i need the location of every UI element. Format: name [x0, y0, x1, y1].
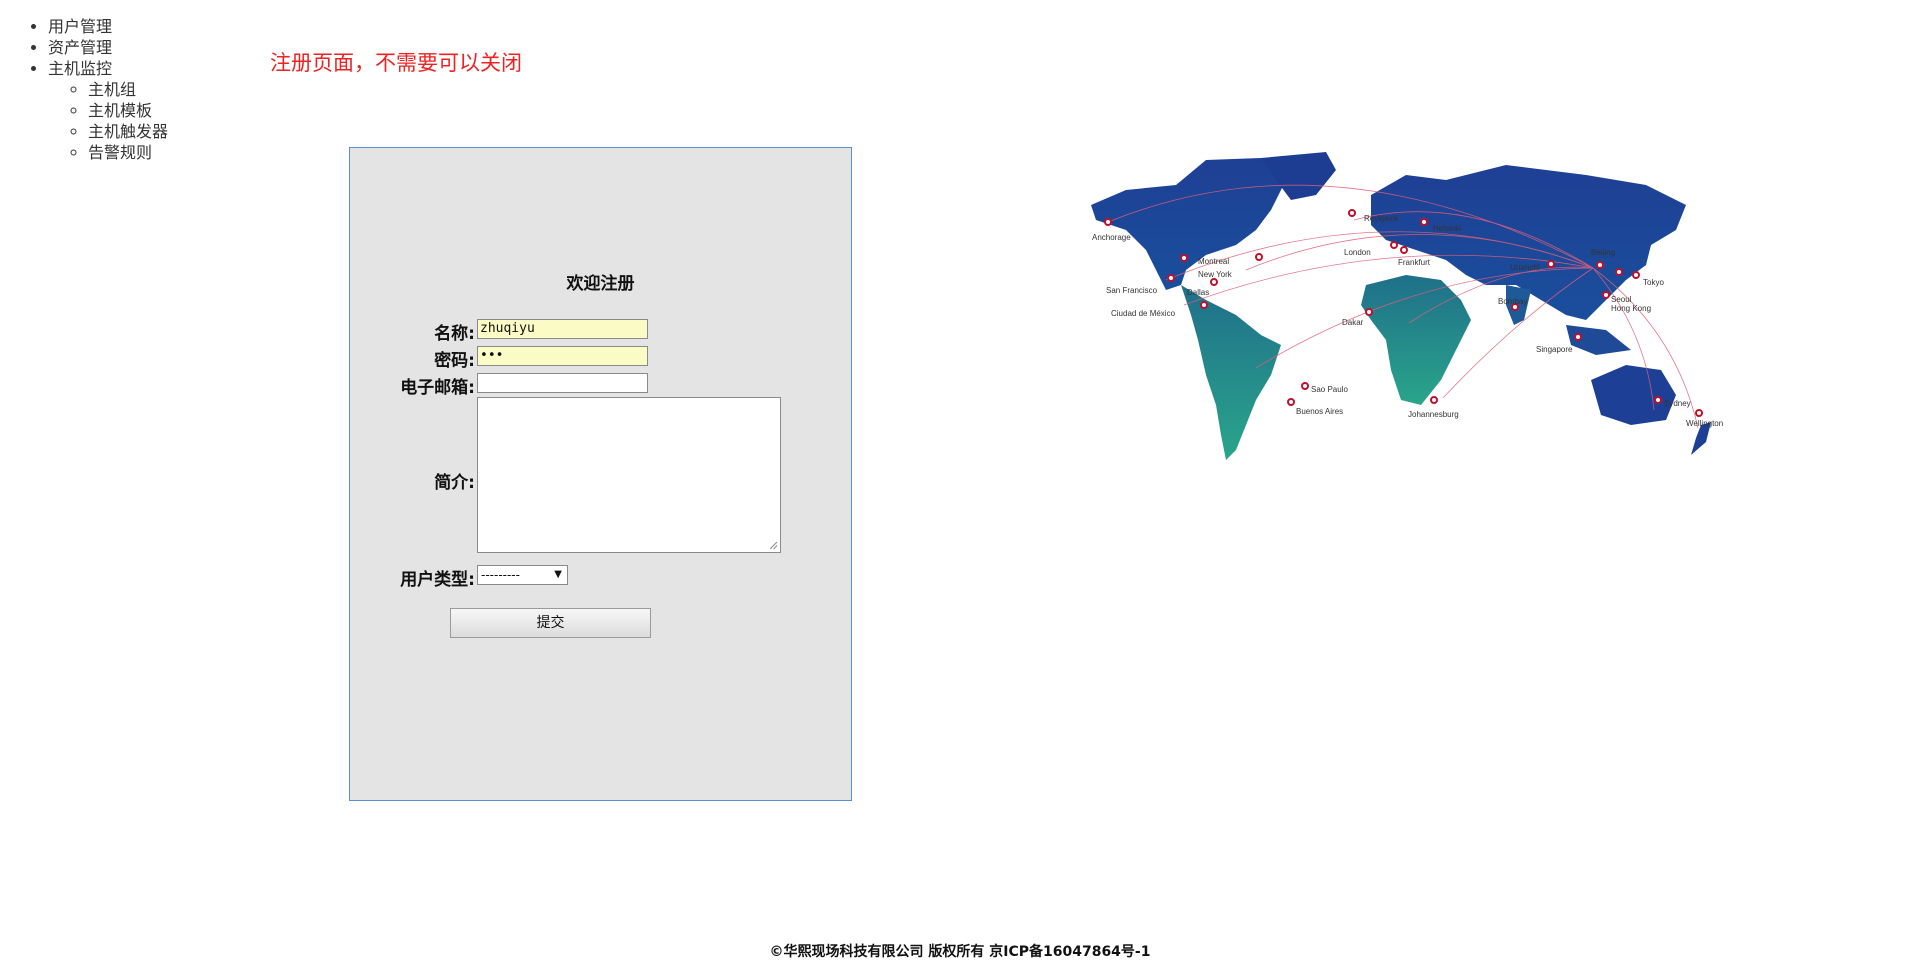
city-label: Johannesburg: [1408, 410, 1459, 419]
city-label: London: [1344, 248, 1371, 257]
user-type-selected-value: ---------: [481, 568, 520, 582]
city-label: Bombay: [1498, 297, 1527, 306]
main-nav: 用户管理 资产管理 主机监控 主机组 主机模板 主机触发器 告警规则: [20, 16, 168, 163]
email-input[interactable]: [477, 373, 648, 393]
name-label: 名称:: [434, 324, 475, 344]
intro-textarea[interactable]: [477, 397, 781, 553]
nav-item-host-monitoring[interactable]: 主机监控 主机组 主机模板 主机触发器 告警规则: [48, 58, 168, 163]
city-label: Frankfurt: [1398, 258, 1431, 267]
city-label: Beijing: [1591, 248, 1615, 257]
register-title: 欢迎注册: [566, 274, 635, 294]
city-label: Helsinki: [1433, 224, 1461, 233]
register-notice: 注册页面，不需要可以关闭: [270, 51, 522, 75]
nav-item-alert-rules[interactable]: 告警规则: [88, 142, 168, 163]
city-label: Singapore: [1536, 345, 1573, 354]
city-label: Tokyo: [1643, 278, 1664, 287]
city-label: Hong Kong: [1611, 304, 1651, 313]
password-label: 密码:: [434, 351, 475, 371]
nav-item-host-template[interactable]: 主机模板: [88, 100, 168, 121]
city-label: Ciudad de México: [1111, 309, 1176, 318]
city-label: Seoul: [1611, 295, 1632, 304]
city-label: Dallas: [1187, 288, 1209, 297]
city-label: Urumchi: [1510, 263, 1540, 272]
city-label: Reykjavik: [1364, 214, 1399, 223]
name-input[interactable]: zhuqiyu: [477, 319, 648, 339]
city-label: Montreal: [1198, 257, 1229, 266]
nav-item-host-group[interactable]: 主机组: [88, 79, 168, 100]
city-label: Sydney: [1664, 399, 1691, 408]
nav-item-user-management[interactable]: 用户管理: [48, 16, 168, 37]
email-label: 电子邮箱:: [400, 378, 475, 398]
submit-button[interactable]: 提交: [450, 608, 651, 638]
intro-label: 简介:: [434, 473, 475, 493]
user-type-label: 用户类型:: [400, 570, 475, 590]
world-map-image: Anchorage Reykjavik Helsinki London Fran…: [1091, 152, 1723, 460]
city-label: Wellington: [1686, 419, 1723, 428]
register-panel: 欢迎注册 名称: zhuqiyu 密码: ••• 电子邮箱: 简介: 用户类型:…: [349, 147, 852, 801]
user-type-select[interactable]: --------- ▼: [477, 565, 568, 585]
copyright-footer: ©华熙现场科技有限公司 版权所有 京ICP备16047864号-1: [769, 944, 1151, 960]
city-label: Sao Paulo: [1311, 385, 1348, 394]
host-monitoring-submenu: 主机组 主机模板 主机触发器 告警规则: [48, 79, 168, 163]
chevron-down-icon: ▼: [554, 569, 562, 580]
nav-item-asset-management[interactable]: 资产管理: [48, 37, 168, 58]
city-label: Anchorage: [1092, 233, 1131, 242]
city-label: New York: [1198, 270, 1233, 279]
city-label: San Francisco: [1106, 286, 1158, 295]
password-input[interactable]: •••: [477, 346, 648, 366]
city-label: Buenos Aires: [1296, 407, 1343, 416]
city-label: Dakar: [1342, 318, 1364, 327]
nav-item-host-trigger[interactable]: 主机触发器: [88, 121, 168, 142]
resize-grip-icon[interactable]: [769, 541, 778, 550]
